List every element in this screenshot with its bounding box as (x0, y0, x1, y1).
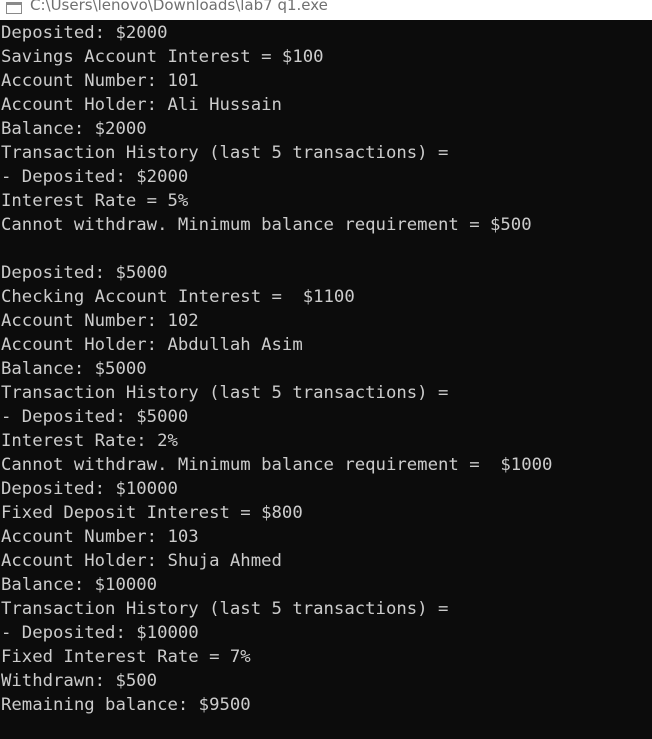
console-line: - Deposited: $5000 (1, 407, 189, 427)
title-bar[interactable]: C:\Users\lenovo\Downloads\lab7 q1.exe (0, 0, 652, 20)
console-line: Account Number: 103 (1, 527, 199, 547)
console-output: Deposited: $2000 Savings Account Interes… (0, 21, 652, 739)
console-line: Remaining balance: $9500 (1, 695, 251, 715)
console-line: Interest Rate: 2% (1, 431, 178, 451)
console-line: Cannot withdraw. Minimum balance require… (1, 455, 553, 475)
console-app-icon (6, 1, 22, 14)
console-line: Fixed Interest Rate = 7% (1, 647, 251, 667)
console-line: Checking Account Interest = $1100 (1, 287, 355, 307)
console-line: Account Holder: Abdullah Asim (1, 335, 303, 355)
console-line: Account Holder: Ali Hussain (1, 95, 282, 115)
console-line: Account Number: 101 (1, 71, 199, 91)
console-line: Transaction History (last 5 transactions… (1, 383, 449, 403)
console-line: Balance: $5000 (1, 359, 147, 379)
console-line: Deposited: $10000 (1, 479, 178, 499)
console-line: Deposited: $5000 (1, 263, 168, 283)
console-line: Deposited: $2000 (1, 23, 168, 43)
console-line: Withdrawn: $500 (1, 671, 158, 691)
console-line: Balance: $10000 (1, 575, 158, 595)
console-line: - Deposited: $2000 (1, 167, 189, 187)
console-line: - Deposited: $10000 (1, 623, 199, 643)
console-line: Account Holder: Shuja Ahmed (1, 551, 282, 571)
console-line: Fixed Deposit Interest = $800 (1, 503, 303, 523)
console-line: Balance: $2000 (1, 119, 147, 139)
console-window: C:\Users\lenovo\Downloads\lab7 q1.exe De… (0, 0, 652, 739)
console-line: Transaction History (last 5 transactions… (1, 599, 449, 619)
console-line: Transaction History (last 5 transactions… (1, 143, 449, 163)
window-title: C:\Users\lenovo\Downloads\lab7 q1.exe (30, 0, 328, 14)
console-line: Account Number: 102 (1, 311, 199, 331)
console-line: Cannot withdraw. Minimum balance require… (1, 215, 532, 235)
console-line: Savings Account Interest = $100 (1, 47, 324, 67)
console-line: Interest Rate = 5% (1, 191, 189, 211)
